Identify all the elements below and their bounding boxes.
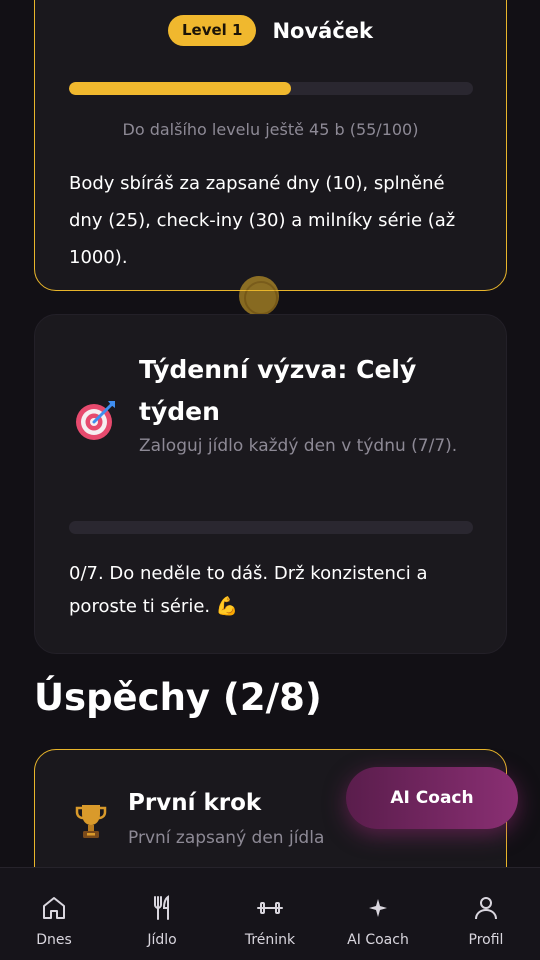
- challenge-progress-bar: [69, 521, 473, 534]
- level-name: Nováček: [272, 18, 373, 43]
- nav-item-trenink[interactable]: Trénink: [216, 868, 324, 948]
- ai-coach-button[interactable]: AI Coach: [346, 767, 518, 829]
- achievement-subtitle: První zapsaný den jídla: [128, 828, 325, 848]
- target-icon: [73, 397, 119, 443]
- user-icon: [472, 894, 500, 922]
- dumbbell-icon: [256, 894, 284, 922]
- level-description: Body sbíráš za zapsané dny (10), splněné…: [69, 173, 456, 268]
- level-card: Level 1 Nováček Do dalšího levelu ještě …: [34, 0, 507, 291]
- nav-label: AI Coach: [347, 932, 409, 948]
- challenge-note: 0/7. Do neděle to dáš. Drž konzistenci a…: [69, 563, 428, 617]
- level-badge: Level 1: [167, 15, 257, 46]
- timeline-dot: [239, 276, 279, 316]
- bottom-nav: Dnes Jídlo Trénink AI Coach Profil: [0, 867, 540, 960]
- trophy-icon: [75, 802, 107, 840]
- level-progress-fill: [69, 82, 292, 95]
- utensils-icon: [148, 894, 176, 922]
- nav-label: Trénink: [244, 932, 296, 948]
- challenge-title: Týdenní výzva: Celý týden: [139, 355, 417, 426]
- nav-item-dnes[interactable]: Dnes: [0, 868, 108, 948]
- level-header: Level 1 Nováček: [35, 15, 506, 46]
- screen: Level 1 Nováček Do dalšího levelu ještě …: [0, 0, 540, 960]
- home-icon: [40, 894, 68, 922]
- challenge-subtitle: Zaloguj jídlo každý den v týdnu (7/7).: [139, 436, 458, 456]
- nav-item-jidlo[interactable]: Jídlo: [108, 868, 216, 948]
- sparkle-icon: [364, 894, 392, 922]
- achievement-title: První krok: [128, 790, 262, 816]
- nav-item-profil[interactable]: Profil: [432, 868, 540, 948]
- nav-label: Jídlo: [147, 932, 177, 948]
- nav-item-ai-coach[interactable]: AI Coach: [324, 868, 432, 948]
- nav-label: Dnes: [36, 932, 72, 948]
- weekly-challenge-card[interactable]: Týdenní výzva: Celý týden Zaloguj jídlo …: [34, 314, 507, 654]
- achievements-heading: Úspěchy (2/8): [34, 676, 322, 719]
- level-progress-note: Do dalšího levelu ještě 45 b (55/100): [122, 120, 419, 139]
- nav-label: Profil: [468, 932, 504, 948]
- level-progress-bar: [69, 82, 473, 95]
